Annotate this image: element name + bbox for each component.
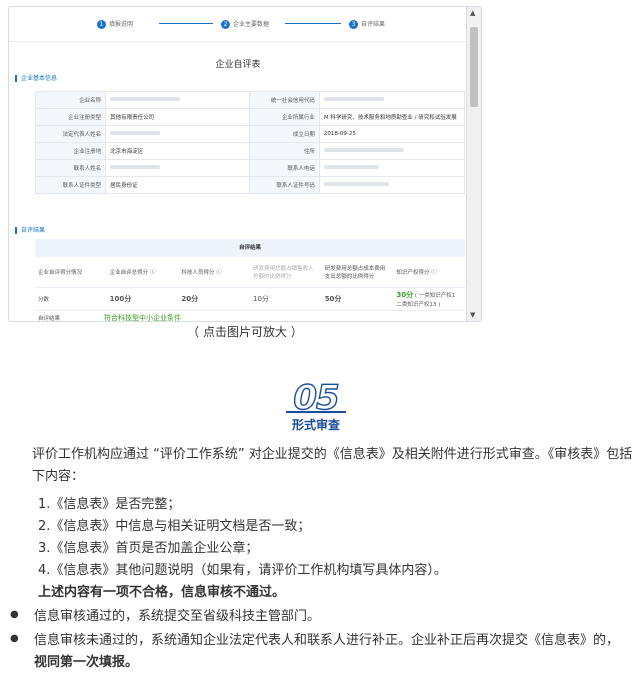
table-row: 企业注册地 北京市海淀区 住所 <box>34 142 466 160</box>
basic-info-table: 企业名称 统一社会信用代码 企业注册类型 其他有限责任公司 企业所属行业 M 科学研究、… <box>34 91 466 194</box>
step-bar: 1 填报说明 2 企业主要数据 3 自评结果 <box>9 7 481 42</box>
table-row: 企业自评得分情况 企业自评总得分 ⓘ 科技人员得分 ⓘ 研发费用总额占销售收入总额的比… <box>35 257 465 288</box>
bullet-item: 信息审核未通过的，系统通知企业法定代表人和联系人进行补正。企业补正后再次提交《信… <box>34 633 620 670</box>
divider <box>286 411 346 413</box>
table-row: 企业注册类型 其他有限责任公司 企业所属行业 M 科学研究、技术服务和地质勘查业 / … <box>34 108 466 126</box>
bullet-icon: ● <box>10 633 19 644</box>
bullet-item: 信息审核通过的，系统提交至省级科技主管部门。 <box>34 609 321 624</box>
scroll-thumb[interactable] <box>470 27 478 107</box>
intro-paragraph: 评价工作机构应通过 “评价工作系统” 对企业提交的《信息表》及相关附件进行形式审… <box>32 447 632 484</box>
step-3: 3 自评结果 <box>349 19 385 29</box>
table-row: 分数 100分 20分 10分 50分 30分 ( 一类知识产权1 二类知识产权13 ) <box>35 288 465 311</box>
result-table: 自评结果 企业自评得分情况 企业自评总得分 ⓘ 科技人员得分 ⓘ 研发费用总额占销售收… <box>35 239 465 321</box>
list-item: 3.《信息表》首页是否加盖企业公章； <box>38 541 259 556</box>
section-heading: 形式审查 <box>291 418 340 432</box>
list-item: 1.《信息表》是否完整； <box>38 497 181 512</box>
scroll-up-icon[interactable]: ▲ <box>470 9 475 17</box>
warning-text: 上述内容有一项不合格，信息审核不通过。 <box>38 585 286 600</box>
scrollbar[interactable]: ▲ ▼ <box>466 7 481 321</box>
scroll-down-icon[interactable]: ▼ <box>470 311 475 319</box>
bullet-icon: ● <box>10 609 19 620</box>
screenshot-form[interactable]: 1 填报说明 2 企业主要数据 3 自评结果 企业自评表 企业基本信息 企业名称 统一社… <box>8 6 482 322</box>
list-item: 4.《信息表》其他问题说明（如果有，请评价工作机构填写具体内容）。 <box>38 563 447 578</box>
image-caption: （ 点击图片可放大 ） <box>187 325 303 339</box>
section-logo: 05 形式审查 <box>284 377 348 434</box>
section-result: 自评结果 <box>15 225 45 234</box>
form-title: 企业自评表 <box>215 60 261 70</box>
step-1: 1 填报说明 <box>97 19 133 29</box>
step-2: 2 企业主要数据 <box>221 19 269 29</box>
table-row: 企业名称 统一社会信用代码 <box>34 91 466 109</box>
section-basic-info: 企业基本信息 <box>15 73 57 82</box>
table-row: 自评结果 符合科技型中小企业条件 <box>35 311 465 321</box>
table-row: 法定代表人姓名 成立日期 2018-09-25 <box>34 125 466 143</box>
list-item: 2.《信息表》中信息与相关证明文档是否一致； <box>38 519 311 534</box>
table-row: 联系人证件类型 居民身份证 联系人证件号码 <box>34 176 466 194</box>
table-row: 联系人姓名 联系人电话 <box>34 159 466 177</box>
